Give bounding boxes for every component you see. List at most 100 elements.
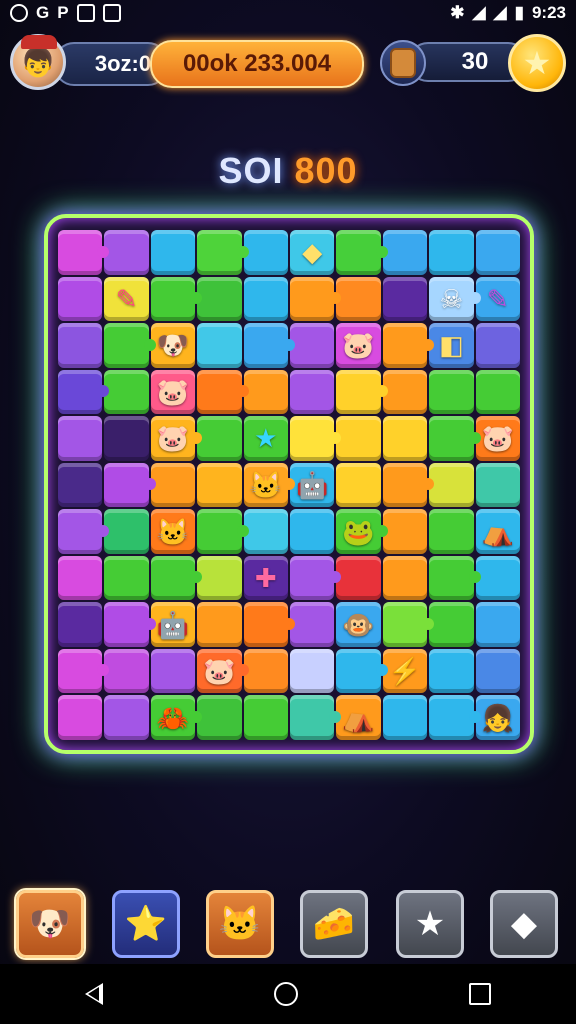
puzzle-tile[interactable] <box>290 695 342 740</box>
puzzle-tile[interactable] <box>58 276 103 322</box>
puzzle-tile[interactable] <box>104 369 149 415</box>
puzzle-tile[interactable] <box>475 323 520 368</box>
puzzle-tile[interactable]: ☠ <box>429 276 481 322</box>
puzzle-tile[interactable] <box>475 555 520 601</box>
puzzle-tile[interactable] <box>104 323 156 368</box>
puzzle-tile[interactable] <box>150 276 203 322</box>
puzzle-tile[interactable] <box>290 416 342 461</box>
puzzle-tile[interactable] <box>336 230 388 275</box>
puzzle-tile[interactable] <box>382 555 428 601</box>
puzzle-tile[interactable] <box>243 323 295 368</box>
puzzle-tile[interactable] <box>429 509 474 554</box>
puzzle-tile[interactable] <box>429 602 474 647</box>
puzzle-tile[interactable] <box>243 695 288 740</box>
booster-button[interactable]: ⭐ <box>112 890 180 958</box>
puzzle-tile[interactable] <box>58 369 110 415</box>
puzzle-tile[interactable] <box>290 369 335 415</box>
puzzle-tile[interactable]: 🐷 <box>336 323 381 368</box>
puzzle-tile[interactable] <box>243 276 288 322</box>
puzzle-tile[interactable]: ✚ <box>243 555 288 601</box>
puzzle-tile[interactable] <box>290 509 335 554</box>
puzzle-tile[interactable] <box>197 462 242 508</box>
puzzle-tile[interactable]: ⚡ <box>382 648 428 694</box>
puzzle-tile[interactable] <box>243 602 295 647</box>
coin-counter[interactable]: 00ok 233.004 <box>150 40 364 88</box>
puzzle-tile[interactable] <box>58 509 110 554</box>
booster-button[interactable]: ★ <box>396 890 464 958</box>
puzzle-tile[interactable] <box>150 230 196 275</box>
puzzle-tile[interactable]: ★ <box>243 416 288 461</box>
puzzle-tile[interactable] <box>382 369 428 415</box>
puzzle-tile[interactable] <box>382 509 428 554</box>
puzzle-tile[interactable] <box>104 555 149 601</box>
puzzle-tile[interactable] <box>336 416 381 461</box>
puzzle-tile[interactable] <box>382 323 435 368</box>
puzzle-tile[interactable] <box>382 695 428 740</box>
puzzle-tile[interactable]: ✎ <box>475 276 520 322</box>
puzzle-tile[interactable] <box>382 416 428 461</box>
puzzle-tile[interactable] <box>58 230 110 275</box>
puzzle-tile[interactable] <box>475 648 520 694</box>
puzzle-tile[interactable] <box>382 602 435 647</box>
puzzle-tile[interactable] <box>382 230 428 275</box>
puzzle-tile[interactable] <box>104 602 156 647</box>
puzzle-tile[interactable] <box>58 555 103 601</box>
puzzle-tile[interactable] <box>475 369 520 415</box>
puzzle-tile[interactable]: ⛺ <box>336 695 381 740</box>
puzzle-tile[interactable] <box>197 555 242 601</box>
puzzle-tile[interactable] <box>336 276 381 322</box>
puzzle-tile[interactable] <box>475 462 520 508</box>
booster-button[interactable]: 🐱 <box>206 890 274 958</box>
puzzle-tile[interactable] <box>243 369 288 415</box>
puzzle-tile[interactable] <box>150 462 196 508</box>
puzzle-tile[interactable] <box>429 695 481 740</box>
puzzle-tile[interactable] <box>475 602 520 647</box>
puzzle-tile[interactable] <box>150 648 196 694</box>
puzzle-tile[interactable]: ✎ <box>104 276 149 322</box>
puzzle-tile[interactable] <box>336 462 381 508</box>
puzzle-tile[interactable] <box>197 276 242 322</box>
puzzle-tile[interactable] <box>429 230 474 275</box>
puzzle-tile[interactable] <box>429 369 474 415</box>
recents-icon[interactable] <box>468 983 491 1005</box>
puzzle-tile[interactable] <box>104 230 149 275</box>
puzzle-tile[interactable] <box>58 416 103 461</box>
puzzle-tile[interactable] <box>336 648 388 694</box>
puzzle-tile[interactable]: ◧ <box>429 323 474 368</box>
puzzle-tile[interactable]: 🐶 <box>150 323 196 368</box>
puzzle-tile[interactable] <box>104 509 149 554</box>
puzzle-tile[interactable] <box>336 369 388 415</box>
puzzle-tile[interactable] <box>150 555 203 601</box>
puzzle-tile[interactable]: 🐱 <box>150 509 196 554</box>
puzzle-tile[interactable]: 🤖 <box>150 602 196 647</box>
puzzle-tile[interactable]: 👧 <box>475 695 520 740</box>
puzzle-tile[interactable] <box>58 323 103 368</box>
puzzle-tile[interactable] <box>290 648 335 694</box>
puzzle-tile[interactable] <box>429 555 481 601</box>
puzzle-tile[interactable]: ⛺ <box>475 509 520 554</box>
puzzle-tile[interactable] <box>290 602 335 647</box>
puzzle-tile[interactable] <box>243 509 288 554</box>
puzzle-tile[interactable] <box>104 462 156 508</box>
puzzle-tile[interactable] <box>475 230 520 275</box>
puzzle-tile[interactable] <box>197 416 242 461</box>
puzzle-tile[interactable] <box>197 230 249 275</box>
puzzle-tile[interactable]: 🐷 <box>197 648 249 694</box>
puzzle-tile[interactable] <box>290 555 342 601</box>
puzzle-tile[interactable] <box>104 416 149 461</box>
booster-button[interactable]: 🧀 <box>300 890 368 958</box>
puzzle-tile[interactable] <box>58 602 103 647</box>
booster-button[interactable]: 🐶 <box>16 890 84 958</box>
puzzle-tile[interactable] <box>104 648 149 694</box>
puzzle-tile[interactable] <box>429 648 474 694</box>
player-avatar[interactable]: 👦 <box>10 34 66 90</box>
puzzle-tile[interactable] <box>197 695 242 740</box>
puzzle-tile[interactable]: 🐱 <box>243 462 295 508</box>
star-shop-button[interactable]: ★ <box>508 34 566 92</box>
puzzle-tile[interactable] <box>197 602 242 647</box>
puzzle-tile[interactable]: 🐷 <box>150 416 203 461</box>
puzzle-tile[interactable] <box>58 462 103 508</box>
puzzle-tile[interactable]: 🐵 <box>336 602 381 647</box>
booster-button[interactable]: ◆ <box>490 890 558 958</box>
puzzle-tile[interactable] <box>382 276 428 322</box>
